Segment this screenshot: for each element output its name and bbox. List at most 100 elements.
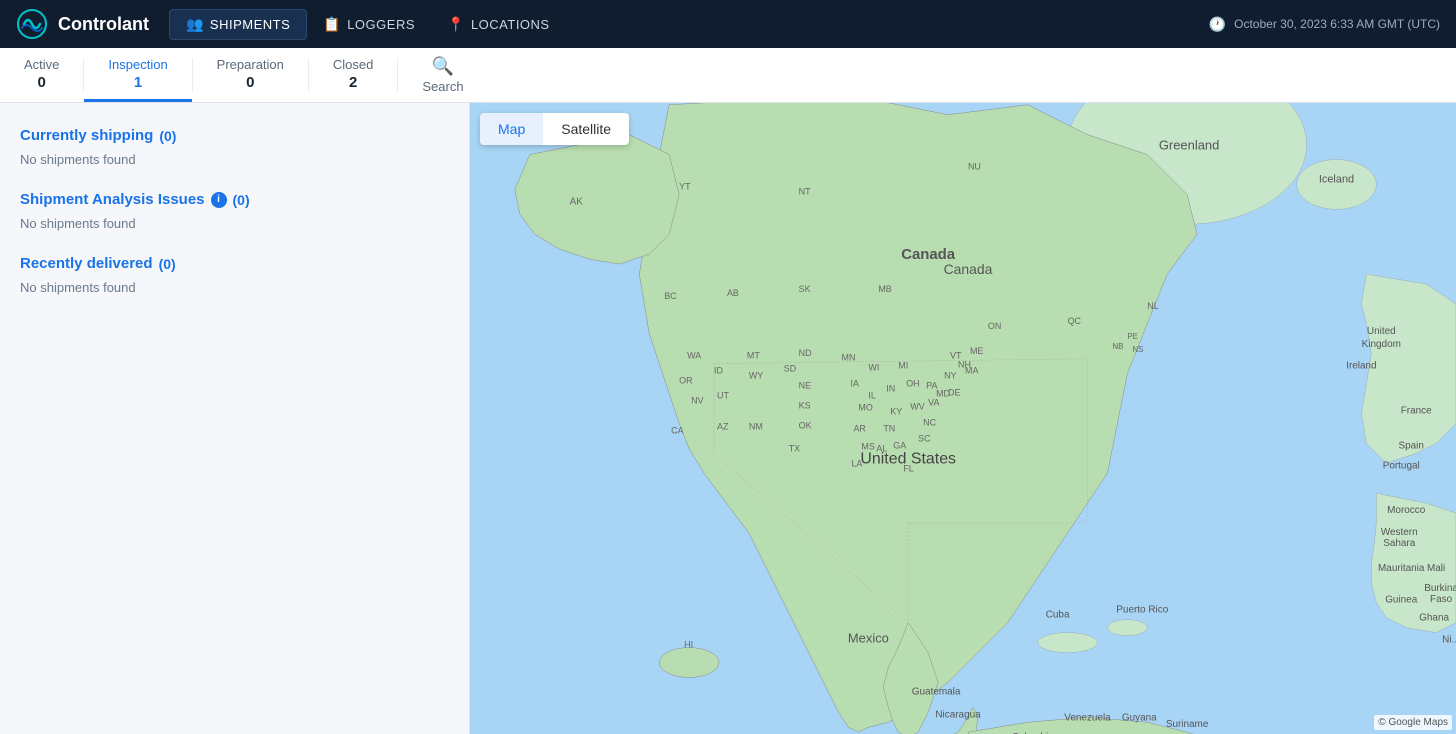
main-layout: Currently shipping (0) No shipments foun… bbox=[0, 103, 1456, 734]
loggers-icon: 📋 bbox=[323, 16, 341, 33]
svg-text:ID: ID bbox=[714, 366, 723, 376]
svg-text:NL: NL bbox=[1147, 301, 1158, 311]
svg-text:KY: KY bbox=[890, 407, 902, 417]
svg-text:MS: MS bbox=[861, 441, 874, 451]
section-count-currently-shipping: (0) bbox=[159, 128, 176, 144]
logo-icon bbox=[16, 8, 48, 40]
svg-text:IA: IA bbox=[850, 379, 858, 389]
svg-text:AR: AR bbox=[853, 423, 866, 433]
svg-text:DE: DE bbox=[948, 388, 960, 398]
tab-preparation[interactable]: Preparation 0 bbox=[193, 48, 308, 102]
section-count-recently-delivered: (0) bbox=[159, 256, 176, 272]
svg-text:Western: Western bbox=[1381, 527, 1418, 538]
svg-text:NB: NB bbox=[1112, 342, 1123, 351]
satellite-view-button[interactable]: Satellite bbox=[543, 113, 629, 145]
svg-text:FL: FL bbox=[903, 463, 913, 473]
svg-text:Nicaragua: Nicaragua bbox=[935, 709, 981, 720]
map-svg: Canada United States Mexico Cuba Puerto … bbox=[470, 103, 1456, 734]
svg-text:NU: NU bbox=[968, 162, 981, 172]
svg-text:KS: KS bbox=[799, 401, 811, 411]
no-shipments-currently-shipping: No shipments found bbox=[0, 148, 469, 183]
svg-text:WV: WV bbox=[910, 402, 924, 412]
section-title-analysis-issues: Shipment Analysis Issues bbox=[20, 191, 205, 208]
svg-text:NS: NS bbox=[1132, 345, 1143, 354]
svg-text:LA: LA bbox=[851, 458, 862, 468]
map-area: Map Satellite bbox=[470, 103, 1456, 734]
svg-text:CA: CA bbox=[671, 425, 683, 435]
svg-text:GA: GA bbox=[893, 440, 906, 450]
svg-text:Ghana: Ghana bbox=[1419, 613, 1449, 624]
svg-text:MA: MA bbox=[965, 366, 978, 376]
section-analysis-issues: Shipment Analysis Issues i (0) bbox=[0, 183, 469, 212]
svg-text:AL: AL bbox=[876, 443, 887, 453]
svg-text:United: United bbox=[1367, 326, 1396, 337]
svg-text:Mali: Mali bbox=[1427, 563, 1445, 574]
nav-loggers[interactable]: 📋 LOGGERS bbox=[307, 10, 431, 39]
tab-search[interactable]: 🔍 Search bbox=[398, 48, 487, 102]
svg-text:AB: AB bbox=[727, 288, 739, 298]
svg-text:MB: MB bbox=[878, 284, 891, 294]
section-count-analysis-issues: (0) bbox=[233, 192, 250, 208]
info-icon-analysis[interactable]: i bbox=[211, 192, 227, 208]
svg-text:WI: WI bbox=[868, 363, 879, 373]
no-shipments-recently-delivered: No shipments found bbox=[0, 276, 469, 311]
svg-text:SD: SD bbox=[784, 364, 797, 374]
svg-text:TX: TX bbox=[789, 443, 800, 453]
svg-text:Portugal: Portugal bbox=[1383, 460, 1420, 471]
svg-text:WA: WA bbox=[687, 351, 701, 361]
logo-area: Controlant bbox=[16, 8, 149, 40]
app-name: Controlant bbox=[58, 14, 149, 35]
svg-text:OR: OR bbox=[679, 376, 693, 386]
svg-text:NE: NE bbox=[799, 381, 811, 391]
svg-text:IN: IN bbox=[886, 384, 895, 394]
locations-icon: 📍 bbox=[447, 16, 465, 33]
tab-inspection[interactable]: Inspection 1 bbox=[84, 48, 191, 102]
svg-text:ME: ME bbox=[970, 346, 983, 356]
svg-text:Burkina: Burkina bbox=[1424, 583, 1456, 594]
svg-text:ND: ND bbox=[799, 348, 812, 358]
svg-text:QC: QC bbox=[1068, 316, 1082, 326]
svg-text:Mexico: Mexico bbox=[848, 631, 889, 646]
no-shipments-analysis-issues: No shipments found bbox=[0, 212, 469, 247]
svg-text:Morocco: Morocco bbox=[1387, 505, 1426, 516]
svg-text:ON: ON bbox=[988, 321, 1001, 331]
svg-text:NT: NT bbox=[799, 186, 811, 196]
svg-text:Kingdom: Kingdom bbox=[1362, 339, 1401, 350]
tab-closed[interactable]: Closed 2 bbox=[309, 48, 397, 102]
section-title-currently-shipping: Currently shipping bbox=[20, 127, 153, 144]
svg-text:NV: NV bbox=[691, 396, 703, 406]
svg-text:MN: MN bbox=[841, 353, 855, 363]
svg-text:NC: NC bbox=[923, 417, 936, 427]
timestamp: October 30, 2023 6:33 AM GMT (UTC) bbox=[1234, 17, 1440, 31]
svg-text:MO: MO bbox=[858, 403, 872, 413]
svg-text:Guatemala: Guatemala bbox=[912, 686, 961, 697]
tab-active[interactable]: Active 0 bbox=[0, 48, 83, 102]
svg-text:Suriname: Suriname bbox=[1166, 719, 1209, 730]
svg-text:SK: SK bbox=[799, 284, 811, 294]
svg-text:WY: WY bbox=[749, 371, 763, 381]
svg-text:Cuba: Cuba bbox=[1046, 610, 1070, 621]
svg-text:France: France bbox=[1401, 406, 1432, 417]
svg-text:AZ: AZ bbox=[717, 421, 729, 431]
section-currently-shipping: Currently shipping (0) bbox=[0, 119, 469, 148]
search-icon: 🔍 bbox=[432, 56, 454, 77]
map-view-button[interactable]: Map bbox=[480, 113, 543, 145]
svg-text:NM: NM bbox=[749, 421, 763, 431]
section-title-recently-delivered: Recently delivered bbox=[20, 255, 153, 272]
section-recently-delivered: Recently delivered (0) bbox=[0, 247, 469, 276]
svg-text:VT: VT bbox=[950, 351, 962, 361]
svg-text:TN: TN bbox=[883, 423, 895, 433]
app-header: Controlant 👥 SHIPMENTS 📋 LOGGERS 📍 LOCAT… bbox=[0, 0, 1456, 48]
svg-text:Canada: Canada bbox=[944, 261, 993, 277]
nav-locations[interactable]: 📍 LOCATIONS bbox=[431, 10, 566, 39]
svg-text:VA: VA bbox=[928, 398, 939, 408]
header-timestamp-area: 🕐 October 30, 2023 6:33 AM GMT (UTC) bbox=[1209, 16, 1440, 33]
svg-text:Sahara: Sahara bbox=[1383, 538, 1416, 549]
svg-text:Canada: Canada bbox=[901, 246, 956, 263]
svg-text:SC: SC bbox=[918, 433, 931, 443]
svg-text:Faso: Faso bbox=[1430, 594, 1453, 605]
nav-shipments[interactable]: 👥 SHIPMENTS bbox=[169, 9, 307, 40]
shipments-icon: 👥 bbox=[186, 16, 204, 33]
svg-text:YT: YT bbox=[679, 181, 691, 191]
svg-text:Spain: Spain bbox=[1398, 440, 1423, 451]
